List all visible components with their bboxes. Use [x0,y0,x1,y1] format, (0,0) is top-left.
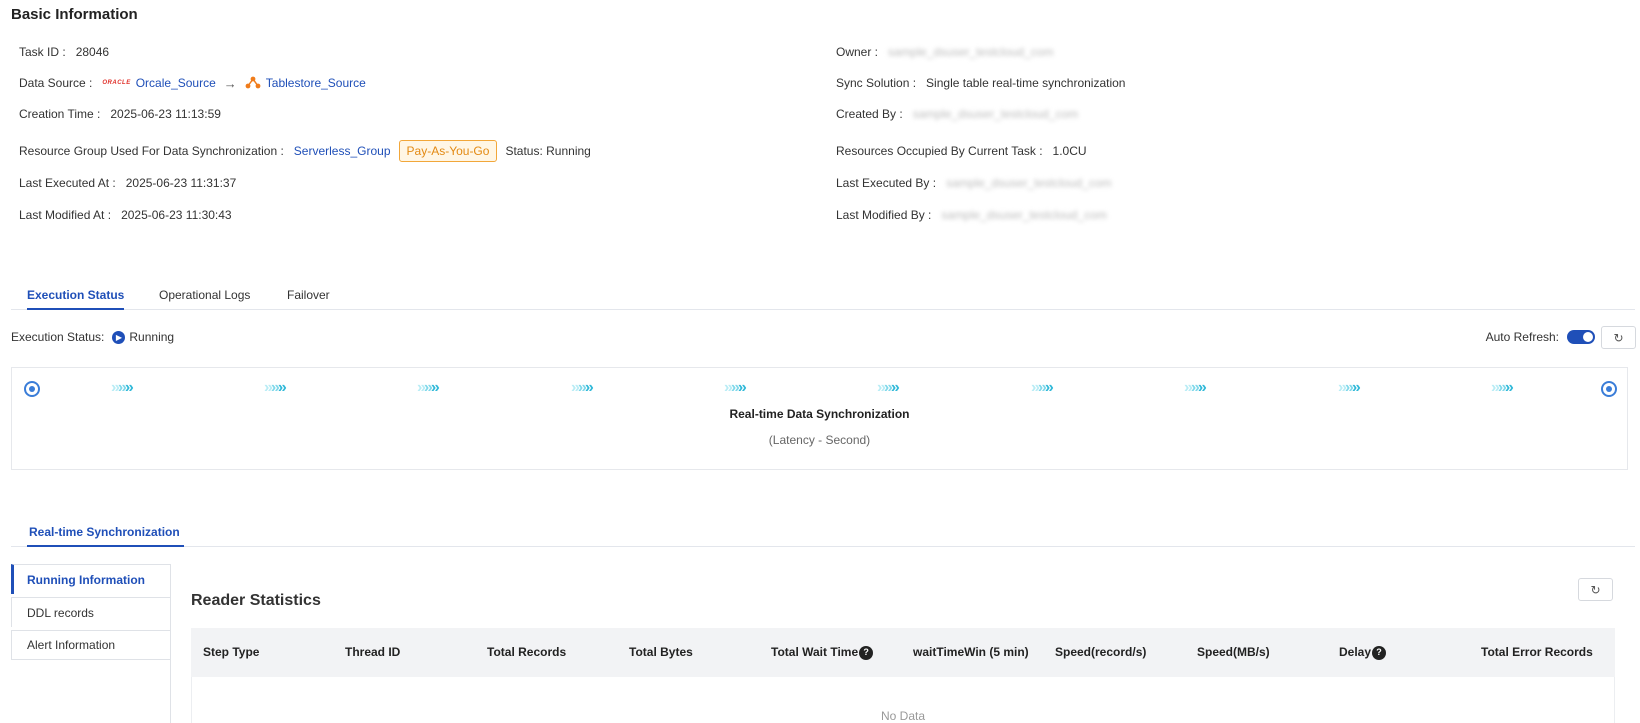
pipeline-chevron-icon: »»» [111,379,134,396]
owner-value: sample_dsuser_testcloud_com [888,45,1054,59]
last-modified-at-row: Last Modified At : 2025-06-23 11:30:43 [19,205,232,225]
execution-status-label: Execution Status: [11,330,105,344]
pipeline-source-icon [24,381,40,397]
created-by-value: sample_dsuser_testcloud_com [912,107,1079,121]
tab-failover[interactable]: Failover [287,284,330,310]
pipeline-chevron-icon: »»» [877,379,900,396]
pipeline-target-icon [1601,381,1617,397]
pipeline-chevron-icon: »»» [1031,379,1054,396]
source-datasource-link[interactable]: Orcale_Source [136,76,216,90]
pipeline-chevron-icon: »»» [571,379,594,396]
creation-time-label: Creation Time : [19,107,101,121]
pipeline-chevron-icon: »»» [264,379,287,396]
resource-group-status: Status: Running [505,144,591,158]
column-header: Speed(MB/s) [1197,645,1270,659]
tablestore-icon [245,76,261,90]
pipeline-chevron-icon: »»» [417,379,440,396]
last-executed-at-label: Last Executed At : [19,176,116,190]
pipeline-panel: »»» »»» »»» »»» »»» »»» »»» »»» »»» »»» … [11,367,1628,470]
arrow-right-icon: → [223,75,237,91]
auto-refresh-label: Auto Refresh: [1485,330,1559,344]
last-modified-at-label: Last Modified At : [19,208,112,222]
task-id-row: Task ID : 28046 [19,42,109,62]
column-header: Total Wait Time? [759,645,901,660]
sync-solution-row: Sync Solution : Single table real-time s… [836,73,1125,93]
billing-badge: Pay-As-You-Go [398,140,498,162]
side-menu: Running Information DDL records Alert In… [11,564,171,660]
running-status-icon: ▶ [112,330,126,344]
created-by-row: Created By : sample_dsuser_testcloud_com [836,104,1078,124]
question-circle-icon[interactable]: ? [859,645,874,660]
column-header: Total Error Records [1481,645,1593,659]
oracle-logo-icon: ORACLE [102,80,131,86]
side-item-alert-information[interactable]: Alert Information [11,630,171,660]
pipeline-title: Real-time Data Synchronization [729,407,910,421]
last-modified-by-value: sample_dsuser_testcloud_com [941,208,1107,222]
creation-time-row: Creation Time : 2025-06-23 11:13:59 [19,104,221,124]
resource-group-label: Resource Group Used For Data Synchroniza… [19,144,284,158]
task-id-value: 28046 [75,45,110,59]
refresh-icon: ↻ [1613,330,1624,345]
sync-tabs: Real-time Synchronization [11,521,1635,547]
resources-occupied-label: Resources Occupied By Current Task : [836,144,1043,158]
reader-refresh-button[interactable]: ↻ [1578,578,1613,601]
resources-occupied-row: Resources Occupied By Current Task : 1.0… [836,141,1087,161]
pipeline-chevron-icon: »»» [1184,379,1207,396]
status-refresh-button[interactable]: ↻ [1601,326,1636,349]
reader-statistics-title: Reader Statistics [191,592,321,609]
table-header: Step Type Thread ID Total Records Total … [191,628,1615,677]
column-header: Delay? [1327,645,1469,660]
column-header: Total Bytes [629,645,693,659]
last-executed-by-label: Last Executed By : [836,176,937,190]
empty-state-text: No Data [880,709,926,723]
pipeline-subtitle: (Latency - Second) [768,433,871,447]
column-header: waitTimeWin (5 min) [913,645,1029,659]
column-header: Total Records [487,645,567,659]
data-source-row: Data Source : ORACLE Orcale_Source → Tab… [19,73,366,93]
last-executed-by-value: sample_dsuser_testcloud_com [946,176,1112,190]
pipeline-chevron-icon: »»» [1491,379,1514,396]
auto-refresh: Auto Refresh: [1486,330,1595,344]
resources-occupied-value: 1.0CU [1052,144,1087,158]
last-executed-at-value: 2025-06-23 11:31:37 [125,176,237,190]
refresh-icon: ↻ [1590,582,1601,597]
column-header: Step Type [203,645,260,659]
execution-status: Execution Status: ▶ Running [11,330,174,344]
pipeline-chevron-icon: »»» [1338,379,1361,396]
creation-time-value: 2025-06-23 11:13:59 [110,107,221,121]
owner-row: Owner : sample_dsuser_testcloud_com [836,42,1053,62]
task-id-label: Task ID : [19,45,66,59]
last-executed-by-row: Last Executed By : sample_dsuser_testclo… [836,173,1111,193]
side-divider [170,564,171,723]
last-modified-by-row: Last Modified By : sample_dsuser_testclo… [836,205,1107,225]
question-circle-icon[interactable]: ? [1372,645,1387,660]
resource-group-link[interactable]: Serverless_Group [294,144,391,158]
execution-status-value: Running [129,330,175,344]
last-executed-at-row: Last Executed At : 2025-06-23 11:31:37 [19,173,236,193]
last-modified-by-label: Last Modified By : [836,208,932,222]
last-modified-at-value: 2025-06-23 11:30:43 [121,208,232,222]
tab-operational-logs[interactable]: Operational Logs [159,284,250,310]
basic-info-title: Basic Information [11,6,138,23]
tab-real-time-synchronization[interactable]: Real-time Synchronization [27,521,184,547]
tab-execution-status[interactable]: Execution Status [27,284,125,310]
column-header: Speed(record/s) [1055,645,1147,659]
auto-refresh-toggle[interactable] [1567,330,1595,344]
pipeline-chevron-icon: »»» [724,379,747,396]
side-item-running-information[interactable]: Running Information [11,564,171,594]
main-tabs: Execution Status Operational Logs Failov… [11,284,1635,310]
sync-solution-value: Single table real-time synchronization [926,76,1126,90]
owner-label: Owner : [836,45,879,59]
column-header: Thread ID [345,645,401,659]
sync-solution-label: Sync Solution : [836,76,917,90]
data-source-label: Data Source : [19,76,93,90]
resource-group-row: Resource Group Used For Data Synchroniza… [19,140,591,162]
target-datasource-link[interactable]: Tablestore_Source [266,76,366,90]
created-by-label: Created By : [836,107,903,121]
toggle-knob [1583,332,1593,342]
side-item-ddl-records[interactable]: DDL records [11,597,171,627]
